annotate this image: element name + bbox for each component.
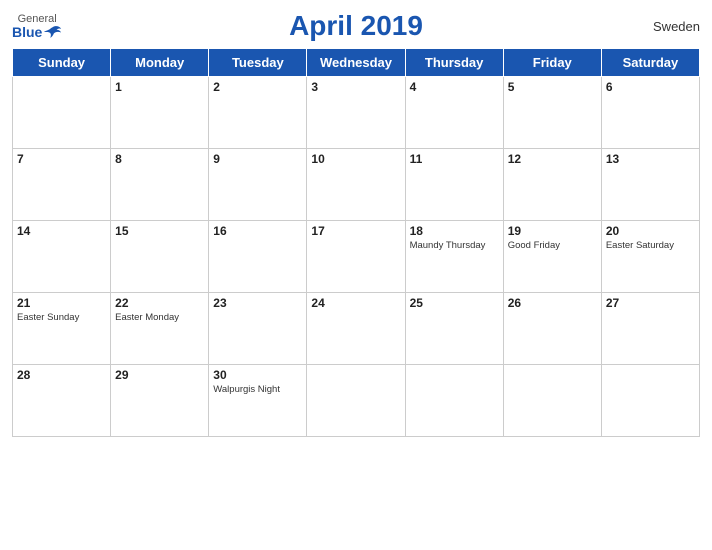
week-row-4: 21 Easter Sunday 22 Easter Monday 23 24 25 26 27: [13, 293, 700, 365]
logo: General Blue: [12, 14, 62, 39]
cell-w2-d0: 7: [13, 149, 111, 221]
logo-blue: Blue: [12, 25, 42, 39]
header-friday: Friday: [503, 49, 601, 77]
cell-w3-d2: 16: [209, 221, 307, 293]
cell-w4-d0: 21 Easter Sunday: [13, 293, 111, 365]
day-number-20: 20: [606, 224, 695, 238]
day-number-19: 19: [508, 224, 597, 238]
day-number-28: 28: [17, 368, 106, 382]
day-number-2: 2: [213, 80, 302, 94]
event-text: Easter Saturday: [606, 240, 695, 252]
cell-w3-d0: 14: [13, 221, 111, 293]
day-number-11: 11: [410, 152, 499, 166]
day-number-21: 21: [17, 296, 106, 310]
logo-bird-icon: [44, 25, 62, 39]
cell-w2-d6: 13: [601, 149, 699, 221]
cell-w1-d4: 4: [405, 77, 503, 149]
day-number-6: 6: [606, 80, 695, 94]
day-number-14: 14: [17, 224, 106, 238]
cell-w5-d4: [405, 365, 503, 437]
cell-w4-d5: 26: [503, 293, 601, 365]
cell-w1-d6: 6: [601, 77, 699, 149]
day-number-7: 7: [17, 152, 106, 166]
day-number-4: 4: [410, 80, 499, 94]
cell-w3-d5: 19 Good Friday: [503, 221, 601, 293]
day-number-10: 10: [311, 152, 400, 166]
cell-w3-d4: 18 Maundy Thursday: [405, 221, 503, 293]
day-number-30: 30: [213, 368, 302, 382]
header-thursday: Thursday: [405, 49, 503, 77]
cell-w5-d0: 28: [13, 365, 111, 437]
day-number-12: 12: [508, 152, 597, 166]
cell-w5-d1: 29: [111, 365, 209, 437]
cell-w2-d2: 9: [209, 149, 307, 221]
event-text: Maundy Thursday: [410, 240, 499, 252]
day-number-8: 8: [115, 152, 204, 166]
day-number-22: 22: [115, 296, 204, 310]
day-number-18: 18: [410, 224, 499, 238]
day-number-15: 15: [115, 224, 204, 238]
cell-w2-d3: 10: [307, 149, 405, 221]
event-text: Good Friday: [508, 240, 597, 252]
cell-w5-d3: [307, 365, 405, 437]
calendar-header: General Blue April 2019 Sweden: [12, 10, 700, 42]
cell-w2-d5: 12: [503, 149, 601, 221]
day-number-24: 24: [311, 296, 400, 310]
cell-w3-d3: 17: [307, 221, 405, 293]
cell-w3-d6: 20 Easter Saturday: [601, 221, 699, 293]
cell-w2-d1: 8: [111, 149, 209, 221]
calendar-table: Sunday Monday Tuesday Wednesday Thursday…: [12, 48, 700, 437]
cell-w4-d3: 24: [307, 293, 405, 365]
cell-w3-d1: 15: [111, 221, 209, 293]
calendar-title: April 2019: [289, 10, 423, 42]
week-row-2: 789 10 11 12 13: [13, 149, 700, 221]
weekday-header-row: Sunday Monday Tuesday Wednesday Thursday…: [13, 49, 700, 77]
event-text: Easter Monday: [115, 312, 204, 324]
week-row-1: 123456: [13, 77, 700, 149]
week-row-5: 28 29 30 Walpurgis Night: [13, 365, 700, 437]
cell-w4-d6: 27: [601, 293, 699, 365]
day-number-1: 1: [115, 80, 204, 94]
header-tuesday: Tuesday: [209, 49, 307, 77]
week-row-3: 14 15 16 17 18 Maundy Thursday 19 Good Friday 20…: [13, 221, 700, 293]
cell-w4-d1: 22 Easter Monday: [111, 293, 209, 365]
cell-w5-d5: [503, 365, 601, 437]
cell-w2-d4: 11: [405, 149, 503, 221]
event-text: Walpurgis Night: [213, 384, 302, 396]
cell-w1-d0: [13, 77, 111, 149]
day-number-5: 5: [508, 80, 597, 94]
day-number-27: 27: [606, 296, 695, 310]
cell-w1-d5: 5: [503, 77, 601, 149]
day-number-23: 23: [213, 296, 302, 310]
cell-w4-d4: 25: [405, 293, 503, 365]
calendar-container: General Blue April 2019 Sweden Sunday Mo…: [0, 0, 712, 550]
cell-w1-d2: 2: [209, 77, 307, 149]
day-number-3: 3: [311, 80, 400, 94]
logo-general: General: [18, 14, 57, 25]
header-saturday: Saturday: [601, 49, 699, 77]
day-number-26: 26: [508, 296, 597, 310]
day-number-16: 16: [213, 224, 302, 238]
day-number-29: 29: [115, 368, 204, 382]
day-number-9: 9: [213, 152, 302, 166]
cell-w5-d6: [601, 365, 699, 437]
cell-w5-d2: 30 Walpurgis Night: [209, 365, 307, 437]
calendar-country: Sweden: [653, 19, 700, 34]
cell-w1-d3: 3: [307, 77, 405, 149]
event-text: Easter Sunday: [17, 312, 106, 324]
cell-w4-d2: 23: [209, 293, 307, 365]
day-number-17: 17: [311, 224, 400, 238]
header-wednesday: Wednesday: [307, 49, 405, 77]
cell-w1-d1: 1: [111, 77, 209, 149]
day-number-13: 13: [606, 152, 695, 166]
header-sunday: Sunday: [13, 49, 111, 77]
day-number-25: 25: [410, 296, 499, 310]
header-monday: Monday: [111, 49, 209, 77]
